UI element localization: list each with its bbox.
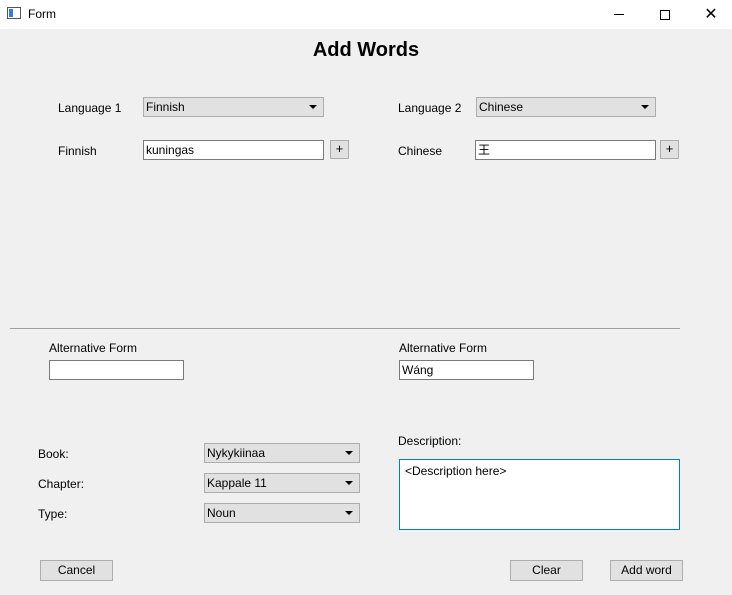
- alt-form2-input[interactable]: Wáng: [399, 360, 534, 380]
- chevron-down-icon: [345, 511, 353, 515]
- type-selected: Noun: [207, 506, 236, 520]
- page-title: Add Words: [312, 39, 420, 61]
- book-label: Book:: [38, 447, 69, 461]
- alt-form1-label: Alternative Form: [49, 341, 138, 355]
- chevron-down-icon: [345, 481, 353, 485]
- language2-select[interactable]: Chinese: [476, 97, 656, 117]
- description-textarea[interactable]: <Description here>: [399, 459, 680, 530]
- language2-selected: Chinese: [479, 100, 524, 114]
- add-word-button[interactable]: Add word: [610, 560, 683, 581]
- clear-button[interactable]: Clear: [510, 560, 583, 581]
- add-word1-form-button[interactable]: +: [330, 140, 349, 159]
- divider: [10, 328, 680, 329]
- app-window-icon: [7, 7, 21, 19]
- chapter-label: Chapter:: [38, 477, 85, 491]
- window-title: Form: [28, 7, 56, 21]
- language1-selected: Finnish: [146, 100, 185, 114]
- chevron-down-icon: [309, 105, 317, 109]
- maximize-icon: [660, 9, 670, 20]
- language2-label: Language 2: [398, 101, 462, 115]
- description-label: Description:: [398, 434, 462, 448]
- book-select[interactable]: Nykykiinaa: [204, 443, 360, 463]
- chapter-selected: Kappale 11: [207, 476, 267, 490]
- add-word2-form-button[interactable]: +: [660, 140, 679, 159]
- word2-label: Chinese: [398, 144, 443, 158]
- cancel-button[interactable]: Cancel: [40, 560, 113, 581]
- maximize-button[interactable]: [642, 0, 688, 29]
- word2-input[interactable]: 王: [475, 140, 656, 160]
- minimize-button[interactable]: [596, 0, 642, 29]
- alt-form2-label: Alternative Form: [399, 341, 488, 355]
- type-label: Type:: [38, 507, 68, 521]
- word1-label: Finnish: [58, 144, 97, 158]
- type-select[interactable]: Noun: [204, 503, 360, 523]
- close-icon: ✕: [704, 5, 718, 23]
- language1-label: Language 1: [58, 101, 122, 115]
- book-selected: Nykykiinaa: [207, 446, 266, 460]
- chevron-down-icon: [345, 451, 353, 455]
- chapter-select[interactable]: Kappale 11: [204, 473, 360, 493]
- minimize-icon: [614, 14, 624, 15]
- chevron-down-icon: [641, 105, 649, 109]
- language1-select[interactable]: Finnish: [143, 97, 324, 117]
- word1-input[interactable]: kuningas: [143, 140, 324, 160]
- close-button[interactable]: ✕: [688, 0, 732, 29]
- alt-form1-input[interactable]: [49, 360, 184, 380]
